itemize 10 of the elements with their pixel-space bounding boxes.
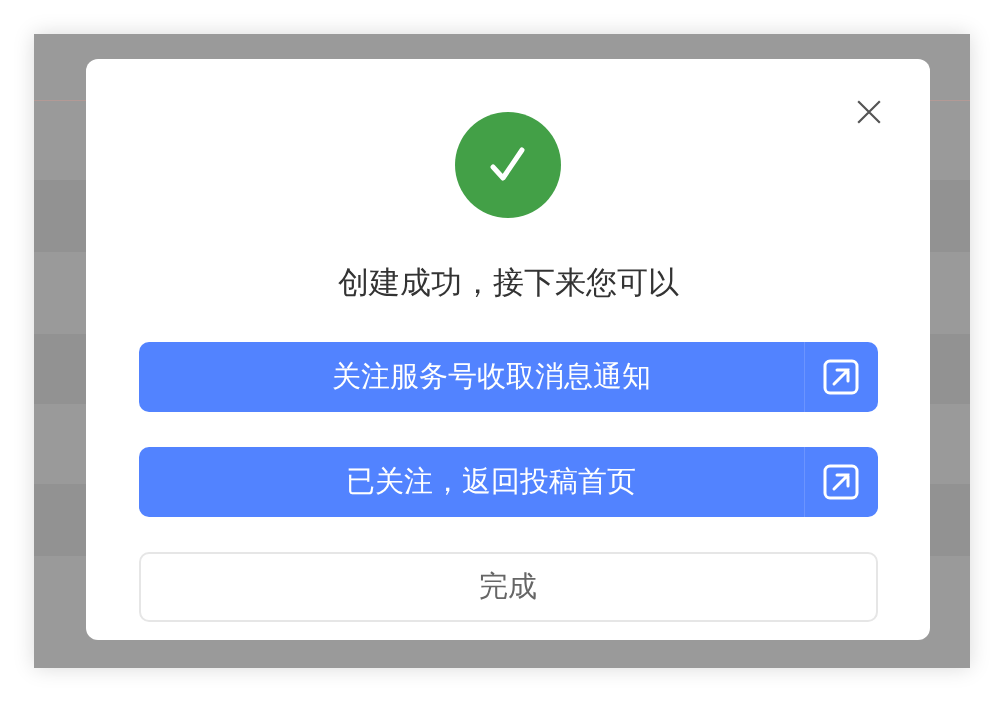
open-external-button[interactable] — [804, 447, 878, 517]
open-external-icon — [823, 359, 859, 395]
action-button[interactable]: 已关注，返回投稿首页 — [138, 447, 805, 517]
action-button[interactable]: 关注服务号收取消息通知 — [138, 342, 805, 412]
close-icon[interactable] — [856, 99, 882, 125]
done-button[interactable]: 完成 — [138, 552, 878, 622]
dialog-message: 创建成功，接下来您可以 — [337, 263, 679, 302]
check-icon — [455, 112, 561, 218]
open-external-icon — [823, 464, 859, 500]
open-external-button[interactable] — [804, 342, 878, 412]
